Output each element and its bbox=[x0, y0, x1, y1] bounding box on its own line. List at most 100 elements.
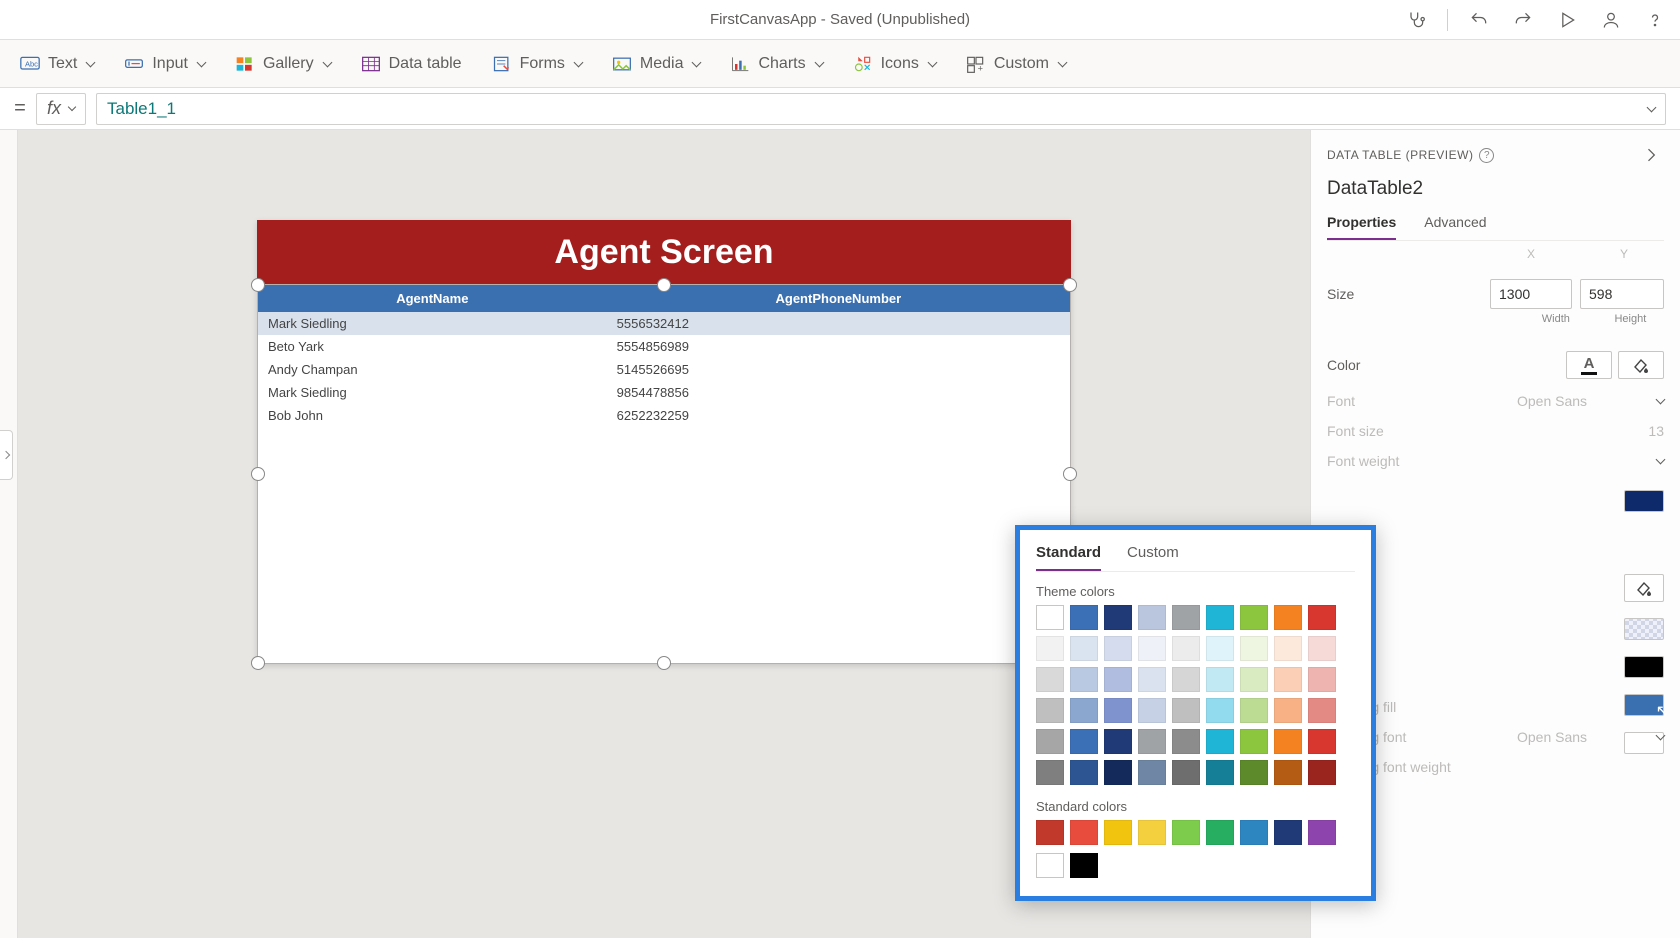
chevron-right-icon[interactable] bbox=[1638, 142, 1664, 168]
width-input[interactable] bbox=[1490, 279, 1572, 309]
color-swatch[interactable] bbox=[1206, 605, 1234, 630]
color-swatch[interactable] bbox=[1206, 729, 1234, 754]
help-icon[interactable]: ? bbox=[1479, 148, 1494, 163]
color-swatch[interactable] bbox=[1104, 729, 1132, 754]
color-swatch[interactable] bbox=[1274, 698, 1302, 723]
color-swatch[interactable] bbox=[1036, 820, 1064, 845]
color-swatch[interactable] bbox=[1240, 729, 1268, 754]
color-swatch[interactable] bbox=[1138, 729, 1166, 754]
font-color-button[interactable]: A bbox=[1566, 351, 1612, 379]
color-swatch[interactable] bbox=[1274, 667, 1302, 692]
column-header[interactable]: AgentName bbox=[258, 285, 607, 312]
color-swatch[interactable] bbox=[1308, 760, 1336, 785]
ribbon-datatable[interactable]: Data table bbox=[361, 55, 462, 73]
resize-handle[interactable] bbox=[657, 656, 671, 670]
color-swatch[interactable] bbox=[1138, 698, 1166, 723]
color-swatch[interactable] bbox=[1308, 636, 1336, 661]
help-icon[interactable] bbox=[1642, 7, 1668, 33]
ribbon-custom[interactable]: + Custom bbox=[966, 55, 1066, 73]
color-swatch[interactable] bbox=[1308, 729, 1336, 754]
color-swatch[interactable] bbox=[1070, 729, 1098, 754]
color-swatch[interactable] bbox=[1206, 820, 1234, 845]
table-row[interactable]: Andy Champan5145526695 bbox=[258, 358, 1070, 381]
colorpicker-tab-standard[interactable]: Standard bbox=[1036, 544, 1101, 571]
color-swatch[interactable] bbox=[1308, 698, 1336, 723]
chevron-down-icon[interactable] bbox=[1656, 455, 1666, 465]
canvas-screen[interactable]: Agent Screen AgentName AgentPhoneNumber … bbox=[257, 220, 1071, 664]
color-swatch[interactable] bbox=[1206, 760, 1234, 785]
color-swatch[interactable] bbox=[1138, 667, 1166, 692]
color-swatch[interactable] bbox=[1206, 636, 1234, 661]
table-row[interactable]: Beto Yark5554856989 bbox=[258, 335, 1070, 358]
color-swatch[interactable] bbox=[1172, 729, 1200, 754]
resize-handle[interactable] bbox=[251, 278, 265, 292]
ribbon-media[interactable]: Media bbox=[612, 55, 701, 73]
column-header[interactable]: AgentPhoneNumber bbox=[607, 285, 1070, 312]
color-swatch[interactable] bbox=[1624, 618, 1664, 640]
color-swatch[interactable] bbox=[1274, 636, 1302, 661]
color-swatch[interactable] bbox=[1104, 698, 1132, 723]
color-swatch[interactable] bbox=[1240, 698, 1268, 723]
ribbon-text[interactable]: Abc Text bbox=[20, 55, 94, 73]
table-row[interactable]: Bob John6252232259 bbox=[258, 404, 1070, 427]
color-swatch[interactable] bbox=[1172, 760, 1200, 785]
fill-color-button[interactable] bbox=[1618, 351, 1664, 379]
color-swatch[interactable] bbox=[1036, 605, 1064, 630]
color-swatch[interactable] bbox=[1070, 853, 1098, 878]
chevron-down-icon[interactable] bbox=[1656, 395, 1666, 405]
color-swatch[interactable] bbox=[1070, 667, 1098, 692]
color-swatch[interactable] bbox=[1036, 667, 1064, 692]
resize-handle[interactable] bbox=[1063, 278, 1077, 292]
expand-tree-button[interactable] bbox=[0, 430, 13, 480]
color-swatch[interactable] bbox=[1070, 698, 1098, 723]
color-swatch[interactable] bbox=[1070, 760, 1098, 785]
stethoscope-icon[interactable] bbox=[1403, 7, 1429, 33]
play-icon[interactable] bbox=[1554, 7, 1580, 33]
color-swatch[interactable] bbox=[1274, 605, 1302, 630]
color-swatch[interactable] bbox=[1624, 656, 1664, 678]
user-icon[interactable] bbox=[1598, 7, 1624, 33]
color-swatch[interactable] bbox=[1036, 636, 1064, 661]
color-swatch[interactable] bbox=[1206, 667, 1234, 692]
color-swatch[interactable] bbox=[1624, 490, 1664, 512]
data-table-control[interactable]: AgentName AgentPhoneNumber Mark Siedling… bbox=[257, 284, 1071, 664]
color-swatch[interactable]: ↖ bbox=[1624, 694, 1664, 716]
color-swatch[interactable] bbox=[1308, 605, 1336, 630]
color-swatch[interactable] bbox=[1206, 698, 1234, 723]
color-swatch[interactable] bbox=[1104, 667, 1132, 692]
color-swatch[interactable] bbox=[1240, 636, 1268, 661]
ribbon-icons[interactable]: Icons bbox=[853, 55, 936, 73]
fill-color-button[interactable] bbox=[1624, 574, 1664, 602]
color-swatch[interactable] bbox=[1172, 605, 1200, 630]
color-swatch[interactable] bbox=[1274, 760, 1302, 785]
color-swatch[interactable] bbox=[1036, 853, 1064, 878]
color-swatch[interactable] bbox=[1138, 820, 1166, 845]
undo-icon[interactable] bbox=[1466, 7, 1492, 33]
resize-handle[interactable] bbox=[1063, 467, 1077, 481]
color-swatch[interactable] bbox=[1240, 820, 1268, 845]
color-swatch[interactable] bbox=[1104, 605, 1132, 630]
color-swatch[interactable] bbox=[1138, 760, 1166, 785]
color-swatch[interactable] bbox=[1308, 820, 1336, 845]
ribbon-input[interactable]: Input bbox=[124, 55, 205, 73]
redo-icon[interactable] bbox=[1510, 7, 1536, 33]
resize-handle[interactable] bbox=[251, 656, 265, 670]
color-swatch[interactable] bbox=[1308, 667, 1336, 692]
table-row[interactable]: Mark Siedling5556532412 bbox=[258, 312, 1070, 335]
height-input[interactable] bbox=[1580, 279, 1664, 309]
color-swatch[interactable] bbox=[1274, 729, 1302, 754]
color-swatch[interactable] bbox=[1104, 820, 1132, 845]
table-row[interactable]: Mark Siedling9854478856 bbox=[258, 381, 1070, 404]
ribbon-gallery[interactable]: Gallery bbox=[235, 55, 331, 73]
ribbon-forms[interactable]: Forms bbox=[492, 55, 582, 73]
color-swatch[interactable] bbox=[1104, 636, 1132, 661]
ribbon-charts[interactable]: Charts bbox=[730, 55, 822, 73]
formula-input[interactable]: Table1_1 bbox=[96, 93, 1666, 125]
color-swatch[interactable] bbox=[1070, 636, 1098, 661]
color-swatch[interactable] bbox=[1240, 605, 1268, 630]
color-swatch[interactable] bbox=[1070, 605, 1098, 630]
color-swatch[interactable] bbox=[1172, 698, 1200, 723]
fx-button[interactable]: fx bbox=[36, 93, 86, 125]
color-swatch[interactable] bbox=[1172, 636, 1200, 661]
color-swatch[interactable] bbox=[1070, 820, 1098, 845]
